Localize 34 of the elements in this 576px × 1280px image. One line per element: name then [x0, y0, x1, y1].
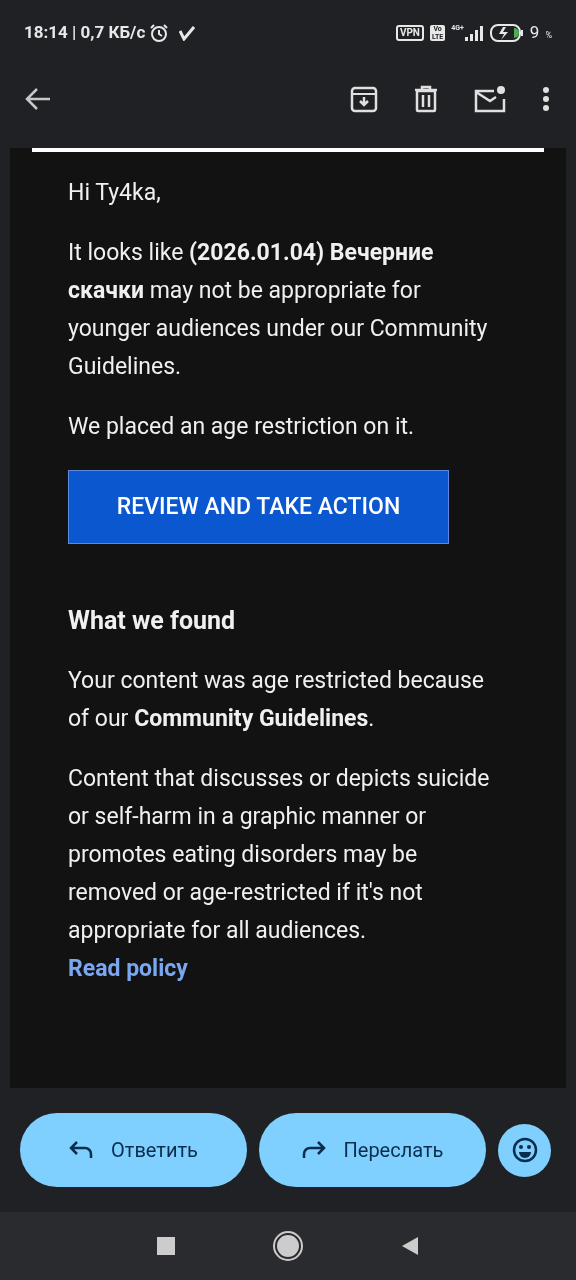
greeting-text: Hi Ty4ka,: [68, 178, 162, 208]
reply-button[interactable]: Ответить: [20, 1113, 247, 1187]
archive-button[interactable]: [350, 85, 378, 113]
section-heading: What we found: [68, 605, 237, 637]
vpn-badge: VPN: [395, 25, 424, 41]
trash-icon: [414, 85, 438, 113]
body-paragraph: Content that discusses or depicts suicide or self-harm in a graphic manner or promotes eating disorders may be removed or age-restricted if it's not appropriate for all audiences.: [68, 764, 491, 946]
body-paragraph: We placed an age restriction on it.: [68, 412, 416, 442]
percent-text: %: [545, 29, 552, 43]
check-icon: [179, 25, 196, 41]
signal-icon: [463, 25, 484, 41]
alarm-icon: [149, 23, 170, 43]
more-icon: [542, 86, 550, 112]
review-button[interactable]: REVIEW AND TAKE ACTION: [68, 470, 449, 544]
smiley-icon: [510, 1136, 539, 1164]
mark-unread-button[interactable]: [474, 85, 506, 113]
battery-text: 9: [529, 21, 540, 45]
read-policy-link[interactable]: Read policy: [68, 950, 188, 988]
nav-back-button[interactable]: [401, 1236, 419, 1256]
status-text: 18:14 | 0,7 КБ/с: [24, 21, 146, 45]
triangle-icon: [401, 1236, 419, 1256]
home-button[interactable]: [275, 1233, 301, 1259]
battery-icon: [489, 24, 524, 42]
archive-icon: [350, 85, 378, 113]
forward-button[interactable]: Переслать: [259, 1113, 486, 1187]
body-paragraph: Your content was age restricted because of our Community Guidelines.: [68, 666, 485, 734]
forward-icon: [301, 1140, 326, 1160]
body-paragraph: It looks like (2026.01.04) Вечерние скачки may not be appropriate for younger audiences under our Community Guidelines.: [68, 238, 489, 382]
emoji-button[interactable]: [498, 1123, 551, 1177]
more-button[interactable]: [542, 86, 550, 112]
delete-button[interactable]: [414, 85, 438, 113]
mail-icon: [474, 85, 506, 113]
reply-icon: [69, 1140, 93, 1160]
back-icon: [25, 87, 51, 111]
